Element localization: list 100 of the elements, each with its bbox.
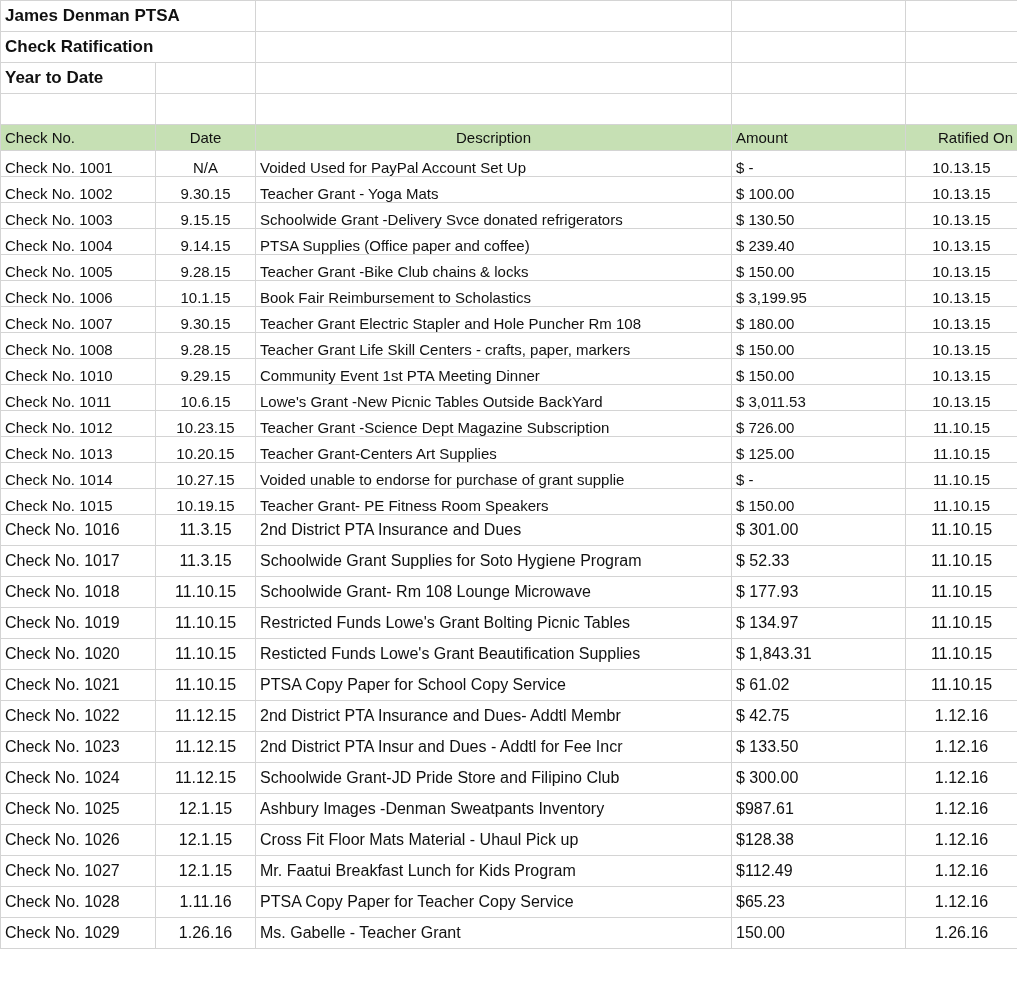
ratified-date: 11.10.15: [930, 614, 993, 631]
ratified-date: 1.12.16: [934, 707, 989, 724]
description-cell: Schoolwide Grant- Rm 108 Lounge Microwave: [260, 583, 591, 600]
amount-cell: $ 61.02: [736, 676, 790, 693]
check-number: Check No. 1012: [5, 419, 113, 436]
ratified-date: 1.12.16: [934, 738, 989, 755]
check-number: Check No. 1001: [5, 159, 113, 176]
amount-cell: $ 177.93: [736, 583, 799, 600]
check-number: Check No. 1017: [5, 552, 120, 569]
amount-cell: $ 3,199.95: [736, 289, 807, 306]
check-number: Check No. 1018: [5, 583, 120, 600]
check-number: Check No. 1010: [5, 367, 113, 384]
amount-cell: $ -: [736, 159, 754, 176]
check-number: Check No. 1025: [5, 800, 120, 817]
description-cell: Voided unable to endorse for purchase of grant supplie: [260, 471, 625, 488]
sheet-title: Year to Date: [5, 68, 104, 87]
description-cell: Ms. Gabelle - Teacher Grant: [260, 924, 461, 941]
description-cell: Teacher Grant - Yoga Mats: [260, 185, 439, 202]
check-number: Check No. 1007: [5, 315, 113, 332]
column-header: Date: [189, 129, 222, 146]
date-cell: 11.10.15: [174, 614, 237, 631]
description-cell: PTSA Copy Paper for Teacher Copy Service: [260, 893, 574, 910]
check-number: Check No. 1004: [5, 237, 113, 254]
check-number: Check No. 1014: [5, 471, 113, 488]
amount-cell: $112.49: [736, 862, 793, 879]
ratified-date: 10.13.15: [932, 237, 991, 254]
date-cell: N/A: [193, 159, 218, 176]
description-cell: Teacher Grant Life Skill Centers - crafts, paper, markers: [260, 341, 631, 358]
ratified-date: 1.12.16: [934, 862, 989, 879]
ratified-date: 1.12.16: [934, 769, 989, 786]
amount-cell: $ -: [736, 471, 754, 488]
check-number: Check No. 1016: [5, 521, 120, 538]
date-cell: 11.3.15: [179, 552, 232, 569]
date-cell: 10.6.15: [180, 393, 231, 410]
date-cell: 12.1.15: [178, 800, 233, 817]
amount-cell: $ 180.00: [736, 315, 795, 332]
date-cell: 9.29.15: [180, 367, 231, 384]
check-number: Check No. 1029: [5, 924, 120, 941]
description-cell: 2nd District PTA Insurance and Dues- Addtl Membr: [260, 707, 621, 724]
column-header: Description: [456, 129, 532, 146]
description-cell: Ashbury Images -Denman Sweatpants Inventory: [260, 800, 605, 817]
ratified-date: 10.13.15: [932, 185, 991, 202]
ratified-date: 10.13.15: [932, 367, 991, 384]
description-cell: Teacher Grant Electric Stapler and Hole Puncher Rm 108: [260, 315, 642, 332]
description-cell: PTSA Copy Paper for School Copy Service: [260, 676, 566, 693]
column-header: Check No.: [5, 129, 76, 146]
amount-cell: $ 133.50: [736, 738, 799, 755]
ratified-date: 11.10.15: [932, 497, 991, 514]
amount-cell: $ 130.50: [736, 211, 795, 228]
date-cell: 10.20.15: [176, 445, 235, 462]
column-header: Ratified On: [937, 129, 1013, 146]
amount-cell: $ 150.00: [736, 367, 795, 384]
date-cell: 9.30.15: [180, 185, 231, 202]
description-cell: Schoolwide Grant -Delivery Svce donated refrigerators: [260, 211, 623, 228]
amount-cell: $ 239.40: [736, 237, 795, 254]
check-number: Check No. 1015: [5, 497, 113, 514]
amount-cell: $ 150.00: [736, 341, 795, 358]
check-number: Check No. 1024: [5, 769, 120, 786]
amount-cell: $ 1,843.31: [736, 645, 812, 662]
amount-cell: $ 150.00: [736, 497, 795, 514]
description-cell: Cross Fit Floor Mats Material - Uhaul Pick up: [260, 831, 579, 848]
date-cell: 12.1.15: [178, 862, 233, 879]
date-cell: 9.30.15: [180, 315, 231, 332]
amount-cell: $987.61: [736, 800, 794, 817]
description-cell: Teacher Grant-Centers Art Supplies: [260, 445, 497, 462]
description-cell: Restricted Funds Lowe's Grant Bolting Picnic Tables: [260, 614, 631, 631]
description-cell: 2nd District PTA Insurance and Dues: [260, 521, 522, 538]
check-number: Check No. 1026: [5, 831, 120, 848]
description-cell: Book Fair Reimbursement to Scholastics: [260, 289, 531, 306]
ratified-date: 11.10.15: [932, 445, 991, 462]
description-cell: Schoolwide Grant Supplies for Soto Hygiene Program: [260, 552, 642, 569]
ratified-date: 11.10.15: [932, 471, 991, 488]
date-cell: 11.12.15: [174, 769, 237, 786]
date-cell: 9.14.15: [180, 237, 231, 254]
ratified-date: 10.13.15: [932, 159, 991, 176]
ratified-date: 11.10.15: [930, 676, 993, 693]
date-cell: 11.12.15: [174, 738, 237, 755]
check-number: Check No. 1020: [5, 645, 120, 662]
description-cell: PTSA Supplies (Office paper and coffee): [260, 237, 530, 254]
check-number: Check No. 1027: [5, 862, 120, 879]
date-cell: 11.3.15: [179, 521, 232, 538]
ratified-date: 1.12.16: [934, 800, 989, 817]
date-cell: 9.28.15: [180, 263, 231, 280]
date-cell: 10.23.15: [176, 419, 235, 436]
description-cell: Voided Used for PayPal Account Set Up: [260, 159, 526, 176]
description-cell: Teacher Grant -Bike Club chains & locks: [260, 263, 529, 280]
amount-cell: $ 100.00: [736, 185, 795, 202]
ratified-date: 11.10.15: [930, 521, 993, 538]
date-cell: 12.1.15: [178, 831, 233, 848]
date-cell: 11.10.15: [174, 645, 237, 662]
amount-cell: $ 42.75: [736, 707, 790, 724]
amount-cell: 150.00: [736, 924, 785, 941]
ratified-date: 10.13.15: [932, 211, 991, 228]
ratified-date: 11.10.15: [932, 419, 991, 436]
amount-cell: $ 726.00: [736, 419, 795, 436]
ratified-date: 10.13.15: [932, 263, 991, 280]
date-cell: 9.15.15: [180, 211, 231, 228]
date-cell: 11.12.15: [174, 707, 237, 724]
date-cell: 1.11.16: [179, 893, 232, 910]
description-cell: Resticted Funds Lowe's Grant Beautification Supplies: [260, 645, 641, 662]
